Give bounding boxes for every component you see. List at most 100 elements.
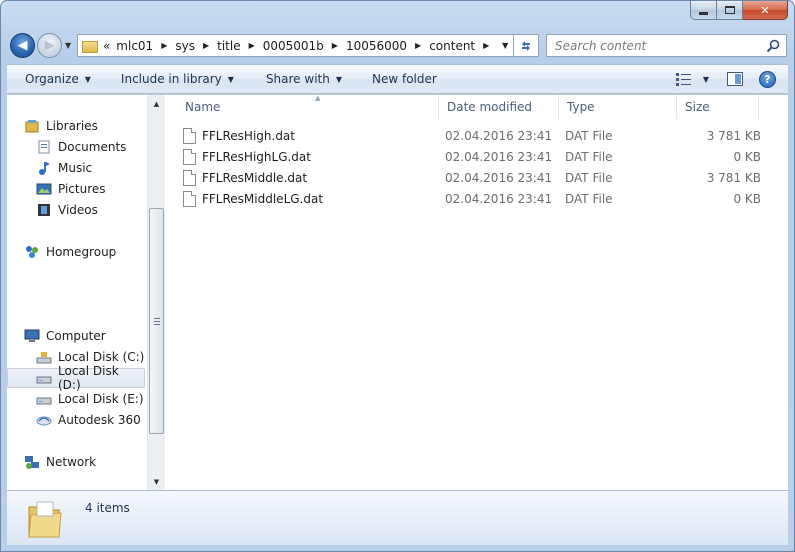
nav-item-homegroup[interactable]: Homegroup	[24, 242, 116, 262]
column-header-type[interactable]: Type	[559, 95, 677, 119]
breadcrumb-arrow-icon[interactable]: ▶	[332, 41, 338, 50]
title-bar[interactable]: ✕	[1, 1, 794, 29]
breadcrumb-segment[interactable]: 10056000 ▶	[346, 35, 429, 56]
nav-item-network[interactable]: Network	[24, 452, 96, 472]
file-name: FFLResMiddle.dat	[183, 167, 307, 188]
file-size: 3 781 KB	[681, 125, 761, 146]
breadcrumb-arrow-icon[interactable]: ▶	[483, 41, 489, 50]
nav-label: Local Disk (C:)	[58, 350, 145, 364]
nav-label: Homegroup	[46, 245, 117, 259]
nav-label: Network	[46, 455, 97, 469]
column-header-date[interactable]: Date modified	[439, 95, 559, 119]
sort-ascending-icon: ▲	[315, 94, 321, 102]
scroll-up-icon[interactable]: ▲	[148, 95, 165, 112]
nav-label: Music	[58, 161, 93, 175]
close-button[interactable]: ✕	[743, 1, 788, 20]
nav-label: Documents	[58, 140, 127, 154]
forward-button[interactable]: ▶	[37, 33, 62, 58]
nav-item-documents[interactable]: Documents	[36, 137, 126, 157]
search-input[interactable]	[547, 35, 762, 56]
nav-item-computer[interactable]: Computer	[24, 326, 106, 346]
breadcrumb-segment[interactable]: 0005001b ▶	[263, 35, 346, 56]
nav-scrollbar[interactable]: ▲ ▼	[147, 95, 164, 490]
table-row[interactable]: FFLResMiddleLG.dat 02.04.2016 23:41 DAT Fi…	[183, 188, 767, 209]
chevron-down-icon: ▼	[227, 74, 234, 84]
column-header-name[interactable]: Name ▲	[177, 94, 439, 119]
address-bar[interactable]: « mlc01 ▶ sys ▶ title ▶ 0005001b ▶ 10056000 ▶ cont…	[77, 34, 514, 57]
file-name: FFLResHighLG.dat	[183, 146, 311, 167]
table-row[interactable]: FFLResMiddle.dat 02.04.2016 23:41 DAT File…	[183, 167, 767, 188]
nav-label: Local Disk (E:)	[58, 392, 144, 406]
share-with-button[interactable]: Share with ▼	[243, 65, 351, 93]
caption-buttons: ✕	[690, 1, 788, 21]
file-type: DAT File	[565, 188, 613, 209]
nav-label: Local Disk (D:)	[58, 364, 119, 392]
scroll-thumb[interactable]	[149, 208, 164, 434]
nav-label: Autodesk 360	[58, 413, 141, 427]
help-icon[interactable]: ?	[759, 70, 776, 88]
file-name-text: FFLResHighLG.dat	[202, 149, 311, 164]
view-controls: ▼ ?	[671, 65, 788, 93]
file-date: 02.04.2016 23:41	[445, 167, 552, 188]
change-view-icon[interactable]	[675, 72, 693, 86]
new-folder-label: New folder	[372, 72, 437, 86]
breadcrumb-segment[interactable]: sys ▶	[175, 35, 217, 56]
details-pane: 4 items	[7, 490, 788, 545]
share-with-label: Share with	[265, 72, 330, 86]
system-drive-icon	[36, 352, 52, 364]
organize-button[interactable]: Organize ▼	[7, 65, 100, 93]
file-type-text: DAT File	[565, 149, 613, 164]
drive-icon	[36, 397, 52, 405]
breadcrumb-arrow-icon[interactable]: ▶	[415, 41, 421, 50]
libraries-icon	[25, 120, 39, 133]
nav-item-libraries[interactable]: Libraries	[24, 116, 98, 136]
refresh-button[interactable]	[514, 34, 539, 57]
breadcrumb-arrow-icon[interactable]: ▶	[249, 41, 255, 50]
breadcrumb-label: 0005001b	[262, 38, 324, 53]
breadcrumb-arrow-icon[interactable]: ▶	[161, 41, 167, 50]
breadcrumb-label: content	[429, 38, 476, 53]
search-box[interactable]	[546, 34, 787, 57]
include-in-library-button[interactable]: Include in library ▼	[100, 65, 243, 93]
maximize-icon	[724, 6, 735, 14]
breadcrumb-label: sys	[175, 38, 195, 53]
column-header-size[interactable]: Size	[677, 95, 759, 119]
forward-arrow-icon: ▶	[44, 38, 55, 53]
command-bar: Organize ▼ Include in library ▼ Share with…	[7, 64, 788, 94]
preview-pane-icon[interactable]	[727, 72, 743, 86]
nav-item-music[interactable]: Music	[36, 158, 92, 178]
view-options-dropdown[interactable]: ▼	[703, 75, 709, 84]
file-name-text: FFLResMiddleLG.dat	[202, 191, 324, 206]
nav-item-local-disk-e[interactable]: Local Disk (E:)	[36, 389, 144, 409]
music-icon	[39, 162, 50, 175]
column-label: Size	[685, 100, 710, 114]
breadcrumb-segment[interactable]: mlc01 ▶	[116, 35, 175, 56]
chevron-down-icon: ▼	[84, 74, 91, 84]
file-type-text: DAT File	[565, 170, 613, 185]
file-icon	[183, 148, 196, 165]
nav-item-videos[interactable]: Videos	[36, 200, 98, 220]
file-size-text: 0 KB	[733, 191, 761, 206]
address-history-dropdown[interactable]: ▼	[497, 41, 513, 50]
maximize-button[interactable]	[717, 1, 743, 20]
nav-item-local-disk-d[interactable]: Local Disk (D:)	[7, 364, 145, 392]
breadcrumb: mlc01 ▶ sys ▶ title ▶ 0005001b ▶ 10056000 ▶ conten…	[116, 35, 497, 56]
file-date-text: 02.04.2016 23:41	[445, 149, 553, 164]
breadcrumb-label: title	[217, 38, 241, 53]
file-size-text: 3 781 KB	[706, 170, 761, 185]
breadcrumb-arrow-icon[interactable]: ▶	[203, 41, 209, 50]
nav-item-pictures[interactable]: Pictures	[36, 179, 106, 199]
breadcrumb-segment[interactable]: title ▶	[217, 35, 263, 56]
scroll-down-icon[interactable]: ▼	[148, 473, 165, 490]
new-folder-button[interactable]: New folder	[351, 65, 446, 93]
back-button[interactable]: ◀	[10, 33, 35, 58]
table-row[interactable]: FFLResHigh.dat 02.04.2016 23:41 DAT File 3 …	[183, 125, 767, 146]
search-icon[interactable]	[766, 39, 780, 53]
breadcrumb-overflow[interactable]: «	[103, 39, 110, 53]
breadcrumb-label: mlc01	[116, 38, 154, 53]
table-row[interactable]: FFLResHighLG.dat 02.04.2016 23:41 DAT File…	[183, 146, 767, 167]
nav-item-autodesk-360[interactable]: Autodesk 360	[36, 410, 141, 430]
breadcrumb-segment[interactable]: content ▶	[429, 35, 497, 56]
recent-pages-dropdown[interactable]: ▼	[65, 41, 71, 50]
minimize-button[interactable]	[690, 1, 717, 20]
